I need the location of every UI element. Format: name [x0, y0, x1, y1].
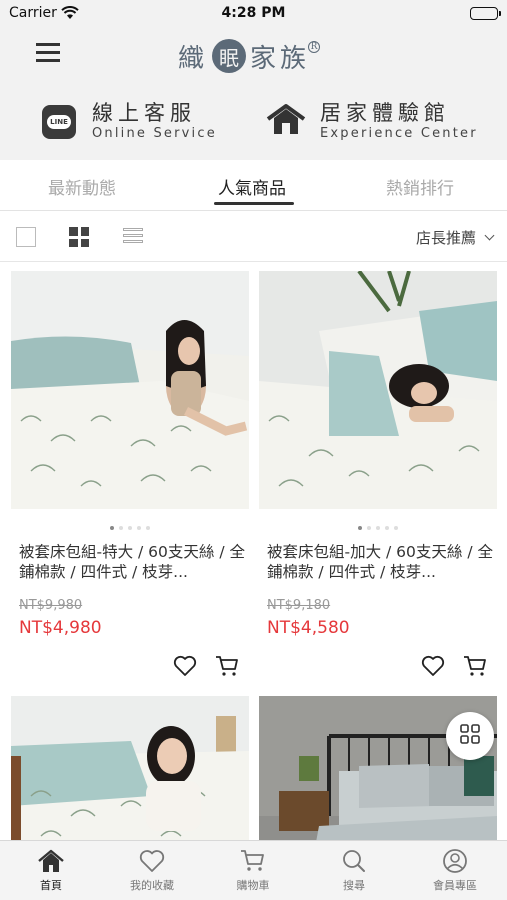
- product-name[interactable]: 被套床包組-特大 / 60支天絲 / 全鋪棉款 / 四件式 / 枝芽...: [19, 542, 245, 582]
- sort-label: 店長推薦: [415, 229, 476, 247]
- product-image[interactable]: [11, 696, 249, 840]
- house-icon: [266, 103, 306, 141]
- chevron-down-icon: [484, 230, 495, 241]
- active-tab-indicator: [214, 202, 294, 205]
- category-tabs: 最新動態 人氣商品 熱銷排行: [0, 160, 507, 211]
- sale-price: NT$4,580: [267, 618, 350, 638]
- line-icon: LINE: [42, 105, 76, 139]
- product-grid: 被套床包組-特大 / 60支天絲 / 全鋪棉款 / 四件式 / 枝芽... NT…: [0, 262, 507, 840]
- clock: 4:28 PM: [221, 5, 286, 21]
- nav-member[interactable]: 會員專區: [405, 849, 505, 893]
- header: 織 眠 家族 R LINE 線上客服 Online Service 居家體驗館 …: [0, 28, 507, 160]
- product-image[interactable]: [11, 271, 249, 509]
- experience-center-title: 居家體驗館: [320, 101, 450, 125]
- online-service-title: 線上客服: [92, 101, 196, 125]
- product-name[interactable]: 被套床包組-加大 / 60支天絲 / 全鋪棉款 / 四件式 / 枝芽...: [267, 542, 493, 582]
- product-card[interactable]: 被套床包組-特大 / 60支天絲 / 全鋪棉款 / 四件式 / 枝芽... NT…: [11, 271, 249, 676]
- nav-search[interactable]: 搜尋: [304, 849, 404, 893]
- heart-icon[interactable]: [173, 655, 197, 681]
- original-price: NT$9,180: [267, 598, 331, 613]
- nav-home[interactable]: 首頁: [1, 849, 101, 893]
- heart-icon[interactable]: [421, 655, 445, 681]
- nav-label: 搜尋: [343, 879, 365, 892]
- logo-text-right: 家族: [250, 43, 311, 74]
- logo-text-left: 織: [178, 43, 209, 74]
- search-icon: [304, 849, 404, 873]
- product-card[interactable]: [11, 696, 249, 840]
- battery-icon: [470, 7, 501, 20]
- grid-view-icon[interactable]: [69, 227, 89, 247]
- image-pagination-dots: [259, 526, 497, 530]
- online-service-button[interactable]: LINE 線上客服 Online Service: [42, 100, 217, 144]
- hamburger-menu-icon[interactable]: [36, 43, 60, 63]
- nav-label: 會員專區: [433, 879, 477, 892]
- logo-text-circle: 眠: [212, 39, 247, 73]
- status-bar: Carrier 4:28 PM: [0, 0, 507, 28]
- user-icon: [405, 849, 505, 873]
- view-options-bar: 店長推薦: [0, 212, 507, 262]
- nav-favorites[interactable]: 我的收藏: [102, 849, 202, 893]
- single-view-icon[interactable]: [16, 227, 36, 247]
- tab-latest[interactable]: 最新動態: [48, 174, 116, 199]
- nav-label: 我的收藏: [130, 879, 174, 892]
- home-icon: [1, 849, 101, 873]
- product-card[interactable]: 被套床包組-加大 / 60支天絲 / 全鋪棉款 / 四件式 / 枝芽... NT…: [259, 271, 497, 676]
- cart-icon: [203, 849, 303, 873]
- original-price: NT$9,980: [19, 598, 83, 613]
- heart-icon: [102, 849, 202, 873]
- sort-dropdown[interactable]: 店長推薦: [415, 227, 495, 248]
- tab-popular[interactable]: 人氣商品: [218, 174, 286, 199]
- cart-icon[interactable]: [215, 655, 239, 681]
- list-view-icon[interactable]: [123, 228, 143, 246]
- registered-mark: R: [308, 41, 321, 53]
- sale-price: NT$4,980: [19, 618, 102, 638]
- nav-label: 購物車: [236, 879, 270, 892]
- image-pagination-dots: [11, 526, 249, 530]
- online-service-subtitle: Online Service: [92, 126, 217, 141]
- nav-label: 首頁: [40, 879, 62, 892]
- view-toggle-float-button[interactable]: [446, 712, 494, 760]
- bottom-navigation: 首頁 我的收藏 購物車 搜尋 會員專區: [0, 840, 507, 900]
- experience-center-button[interactable]: 居家體驗館 Experience Center: [266, 100, 478, 144]
- experience-center-subtitle: Experience Center: [320, 126, 478, 141]
- product-image[interactable]: [259, 271, 497, 509]
- cart-icon[interactable]: [463, 655, 487, 681]
- tab-bestseller[interactable]: 熱銷排行: [386, 174, 454, 199]
- brand-logo[interactable]: 織 眠 家族 R: [178, 36, 321, 76]
- grid-icon: [460, 724, 480, 748]
- nav-cart[interactable]: 購物車: [203, 849, 303, 893]
